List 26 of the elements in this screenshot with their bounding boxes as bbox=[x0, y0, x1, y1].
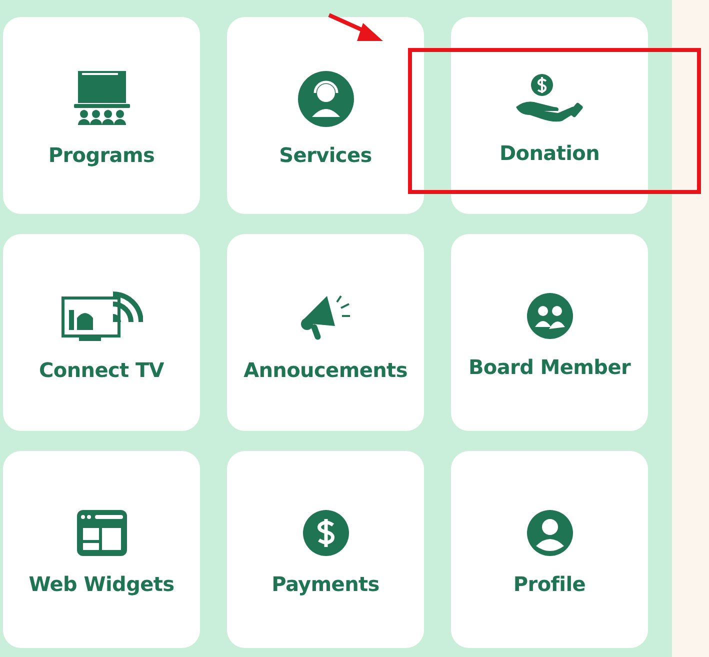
dollar-icon bbox=[302, 510, 348, 556]
tile-label: Connect TV bbox=[39, 358, 164, 382]
tile-label: Payments bbox=[272, 572, 380, 596]
menu-tile[interactable]: Programs bbox=[3, 17, 200, 214]
tile-label: Profile bbox=[513, 572, 586, 596]
tile-label: Board Member bbox=[468, 354, 631, 378]
group-icon bbox=[526, 292, 572, 338]
tv-cast-icon bbox=[60, 290, 142, 342]
tile-label: Programs bbox=[48, 142, 155, 166]
tile-label: Annoucements bbox=[244, 358, 408, 382]
menu-tile[interactable]: Payments bbox=[227, 451, 424, 648]
tile-label: Web Widgets bbox=[28, 572, 174, 596]
menu-tile[interactable]: Board Member bbox=[451, 234, 648, 431]
tile-label: Donation bbox=[499, 140, 600, 164]
tile-label: Services bbox=[279, 142, 372, 166]
classroom-icon bbox=[72, 70, 132, 126]
browser-layout-icon bbox=[76, 510, 126, 556]
hand-coin-icon bbox=[514, 72, 586, 124]
menu-tile[interactable]: Profile bbox=[451, 451, 648, 648]
menu-tile[interactable]: Services bbox=[227, 17, 424, 214]
menu-tile[interactable]: Web Widgets bbox=[3, 451, 200, 648]
user-icon bbox=[526, 510, 572, 556]
menu-tile[interactable]: Connect TV bbox=[3, 234, 200, 431]
support-agent-icon bbox=[298, 70, 354, 126]
menu-tile[interactable]: Annoucements bbox=[227, 234, 424, 431]
menu-tile[interactable]: Donation bbox=[451, 17, 648, 214]
